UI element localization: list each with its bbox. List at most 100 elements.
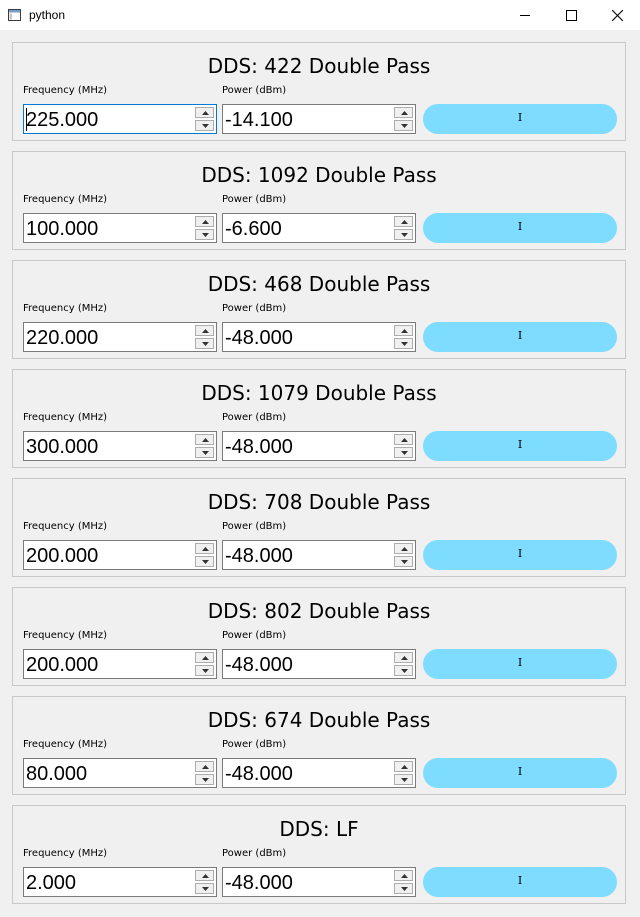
minimize-button[interactable]	[502, 0, 548, 30]
power-step-down-button[interactable]	[394, 229, 413, 240]
power-step-up-button[interactable]	[394, 870, 413, 881]
power-stepper	[394, 107, 413, 131]
output-toggle-button[interactable]: I	[423, 104, 617, 134]
frequency-value[interactable]: 300.000	[26, 436, 98, 459]
power-value[interactable]: -6.600	[225, 218, 282, 241]
chevron-up-icon	[401, 220, 408, 224]
frequency-spinbox[interactable]: 300.000	[23, 431, 217, 461]
frequency-step-down-button[interactable]	[195, 447, 214, 458]
frequency-stepper	[195, 761, 214, 785]
chevron-down-icon	[401, 451, 408, 455]
frequency-stepper	[195, 543, 214, 567]
power-step-up-button[interactable]	[394, 761, 413, 772]
frequency-label: Frequency (MHz)	[23, 194, 108, 205]
frequency-spinbox[interactable]: 100.000	[23, 213, 217, 243]
power-step-down-button[interactable]	[394, 447, 413, 458]
output-toggle-button[interactable]: I	[423, 758, 617, 788]
frequency-value[interactable]: 225.000	[26, 109, 98, 132]
power-spinbox[interactable]: -14.100	[222, 104, 416, 134]
frequency-value[interactable]: 80.000	[26, 763, 87, 786]
output-toggle-button[interactable]: I	[423, 867, 617, 897]
power-label: Power (dBm)	[222, 412, 287, 423]
panel-title: DDS: 708 Double Pass	[207, 490, 431, 514]
output-toggle-button[interactable]: I	[423, 322, 617, 352]
frequency-spinbox[interactable]: 225.000	[23, 104, 217, 134]
frequency-step-up-button[interactable]	[195, 434, 214, 445]
output-toggle-button[interactable]: I	[423, 213, 617, 243]
power-value[interactable]: -14.100	[225, 109, 293, 132]
power-spinbox[interactable]: -48.000	[222, 649, 416, 679]
frequency-step-up-button[interactable]	[195, 652, 214, 663]
output-toggle-button[interactable]: I	[423, 540, 617, 570]
frequency-step-up-button[interactable]	[195, 107, 214, 118]
power-step-down-button[interactable]	[394, 774, 413, 785]
power-value[interactable]: -48.000	[225, 327, 293, 350]
frequency-step-up-button[interactable]	[195, 325, 214, 336]
frequency-stepper	[195, 216, 214, 240]
power-value[interactable]: -48.000	[225, 654, 293, 677]
power-step-up-button[interactable]	[394, 325, 413, 336]
frequency-step-down-button[interactable]	[195, 229, 214, 240]
frequency-spinbox[interactable]: 200.000	[23, 540, 217, 570]
frequency-spinbox[interactable]: 220.000	[23, 322, 217, 352]
frequency-step-up-button[interactable]	[195, 216, 214, 227]
power-stepper	[394, 434, 413, 458]
frequency-stepper	[195, 325, 214, 349]
power-value[interactable]: -48.000	[225, 545, 293, 568]
power-step-down-button[interactable]	[394, 556, 413, 567]
toggle-button-label: I	[517, 656, 523, 669]
frequency-label: Frequency (MHz)	[23, 630, 108, 641]
chevron-down-icon	[202, 560, 209, 564]
power-step-up-button[interactable]	[394, 216, 413, 227]
frequency-value[interactable]: 2.000	[26, 872, 76, 895]
power-step-up-button[interactable]	[394, 543, 413, 554]
frequency-label: Frequency (MHz)	[23, 848, 108, 859]
power-value[interactable]: -48.000	[225, 763, 293, 786]
dds-panel: DDS: 422 Double Pass Frequency (MHz) Pow…	[12, 42, 626, 141]
power-step-up-button[interactable]	[394, 652, 413, 663]
power-step-down-button[interactable]	[394, 883, 413, 894]
power-spinbox[interactable]: -48.000	[222, 322, 416, 352]
power-step-down-button[interactable]	[394, 120, 413, 131]
frequency-step-down-button[interactable]	[195, 665, 214, 676]
power-spinbox[interactable]: -48.000	[222, 867, 416, 897]
power-spinbox[interactable]: -48.000	[222, 540, 416, 570]
frequency-step-up-button[interactable]	[195, 761, 214, 772]
chevron-up-icon	[202, 111, 209, 115]
power-step-down-button[interactable]	[394, 338, 413, 349]
frequency-stepper	[195, 652, 214, 676]
frequency-step-down-button[interactable]	[195, 883, 214, 894]
power-stepper	[394, 761, 413, 785]
power-stepper	[394, 870, 413, 894]
frequency-spinbox[interactable]: 80.000	[23, 758, 217, 788]
power-label: Power (dBm)	[222, 521, 287, 532]
output-toggle-button[interactable]: I	[423, 431, 617, 461]
frequency-value[interactable]: 100.000	[26, 218, 98, 241]
power-step-up-button[interactable]	[394, 434, 413, 445]
output-toggle-button[interactable]: I	[423, 649, 617, 679]
maximize-button[interactable]	[548, 0, 594, 30]
frequency-step-up-button[interactable]	[195, 543, 214, 554]
frequency-step-down-button[interactable]	[195, 774, 214, 785]
frequency-step-down-button[interactable]	[195, 120, 214, 131]
frequency-spinbox[interactable]: 2.000	[23, 867, 217, 897]
frequency-step-down-button[interactable]	[195, 338, 214, 349]
frequency-value[interactable]: 220.000	[26, 327, 98, 350]
power-spinbox[interactable]: -48.000	[222, 431, 416, 461]
frequency-spinbox[interactable]: 200.000	[23, 649, 217, 679]
frequency-value[interactable]: 200.000	[26, 654, 98, 677]
frequency-step-up-button[interactable]	[195, 870, 214, 881]
power-spinbox[interactable]: -6.600	[222, 213, 416, 243]
frequency-step-down-button[interactable]	[195, 556, 214, 567]
frequency-value[interactable]: 200.000	[26, 545, 98, 568]
power-spinbox[interactable]: -48.000	[222, 758, 416, 788]
power-step-up-button[interactable]	[394, 107, 413, 118]
power-value[interactable]: -48.000	[225, 436, 293, 459]
title-bar[interactable]: python	[0, 0, 640, 30]
app-icon	[8, 8, 21, 21]
chevron-up-icon	[401, 111, 408, 115]
close-button[interactable]	[594, 0, 640, 30]
frequency-label: Frequency (MHz)	[23, 303, 108, 314]
power-value[interactable]: -48.000	[225, 872, 293, 895]
power-step-down-button[interactable]	[394, 665, 413, 676]
